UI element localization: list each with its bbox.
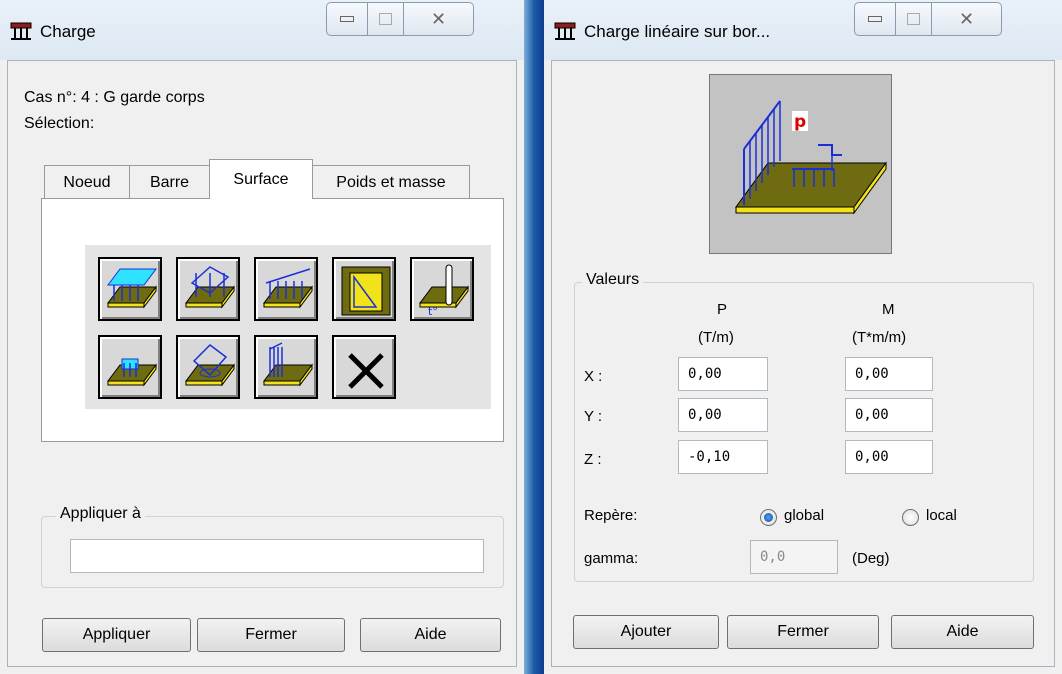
x-m-input[interactable]: 0,00: [845, 357, 933, 391]
point-load-on-contour-icon: [185, 344, 235, 387]
selection-label: Sélection:: [24, 115, 95, 132]
load-preview-image: p: [709, 74, 892, 254]
add-button[interactable]: Ajouter: [573, 615, 719, 649]
tab-barre[interactable]: Barre: [129, 165, 210, 199]
apply-button[interactable]: Appliquer: [42, 618, 191, 652]
hydrostatic-pressure-icon: [341, 266, 391, 316]
z-p-input[interactable]: -0,10: [678, 440, 768, 474]
repere-label: Repère:: [584, 507, 638, 524]
apply-to-label: Appliquer à: [56, 505, 145, 523]
hydrostatic-pressure-button[interactable]: [332, 257, 396, 321]
column-p-name: P: [717, 301, 728, 318]
window-title: Charge: [40, 22, 96, 41]
values-group: [574, 282, 1034, 582]
linear-load-on-edge-button[interactable]: [254, 335, 318, 399]
close-button[interactable]: ✕: [932, 2, 1002, 36]
point-load-on-contour-button[interactable]: [176, 335, 240, 399]
apply-to-input[interactable]: [70, 539, 484, 573]
delete-load-button[interactable]: [332, 335, 396, 399]
column-m-unit: (T*m/m): [852, 329, 907, 346]
radio-local[interactable]: [902, 509, 919, 526]
linear-load-on-surface-icon: [263, 268, 313, 309]
gamma-unit: (Deg): [852, 550, 890, 567]
gamma-input[interactable]: 0,0: [750, 540, 838, 574]
title-bar[interactable]: Charge ✕: [0, 0, 524, 60]
row-z-label: Z :: [584, 451, 602, 468]
maximize-icon: [907, 13, 920, 25]
help-button[interactable]: Aide: [891, 615, 1034, 649]
close-dialog-button[interactable]: Fermer: [727, 615, 879, 649]
y-p-input[interactable]: 0,00: [678, 398, 768, 432]
thermal-load-icon: t°: [419, 264, 469, 318]
linear-load-window: Charge linéaire sur bor... ✕ p Valeurs P…: [544, 0, 1062, 674]
uniform-surface-load-button[interactable]: [98, 257, 162, 321]
local-surface-load-icon: [107, 358, 157, 387]
linear-load-on-edge-icon: [263, 342, 313, 387]
point-load-on-surface-button[interactable]: [176, 257, 240, 321]
thermal-load-button[interactable]: t°: [410, 257, 474, 321]
dialog-body: Cas n°: 4 : G garde corps Sélection: Noe…: [7, 60, 517, 667]
radio-local-label[interactable]: local: [926, 507, 957, 524]
linear-load-on-surface-button[interactable]: [254, 257, 318, 321]
tab-noeud[interactable]: Noeud: [44, 165, 130, 199]
radio-global[interactable]: [760, 509, 777, 526]
charge-window: Charge ✕ Cas n°: 4 : G garde corps Sélec…: [0, 0, 524, 674]
maximize-button[interactable]: [368, 2, 404, 36]
z-m-input[interactable]: 0,00: [845, 440, 933, 474]
minimize-icon: [340, 16, 354, 22]
dialog-body: p Valeurs P (T/m) M (T*m/m) X : 0,00 0,0…: [551, 60, 1055, 667]
tab-poids-et-masse[interactable]: Poids et masse: [312, 165, 470, 199]
p-label: p: [794, 112, 806, 132]
help-button[interactable]: Aide: [360, 618, 501, 652]
y-m-input[interactable]: 0,00: [845, 398, 933, 432]
linear-edge-load-diagram: p: [735, 100, 887, 215]
close-icon: ✕: [958, 8, 975, 29]
svg-text:t°: t°: [428, 305, 438, 318]
x-p-input[interactable]: 0,00: [678, 357, 768, 391]
title-bar[interactable]: Charge linéaire sur bor... ✕: [544, 0, 1062, 60]
case-label: Cas n°: 4 : G garde corps: [24, 89, 205, 106]
point-load-on-surface-icon: [185, 266, 235, 309]
gamma-label: gamma:: [584, 550, 639, 567]
delete-load-icon: [348, 353, 384, 389]
surface-tab-panel: t°: [41, 198, 504, 442]
maximize-button[interactable]: [896, 2, 932, 36]
row-y-label: Y :: [584, 408, 603, 425]
app-icon: [10, 22, 32, 40]
local-surface-load-button[interactable]: [98, 335, 162, 399]
radio-global-label[interactable]: global: [784, 507, 824, 524]
close-button[interactable]: ✕: [404, 2, 474, 36]
tab-surface[interactable]: Surface: [209, 159, 313, 199]
uniform-surface-load-icon: [107, 268, 157, 309]
column-p-unit: (T/m): [698, 329, 734, 346]
close-dialog-button[interactable]: Fermer: [197, 618, 345, 652]
close-icon: ✕: [430, 8, 447, 29]
app-icon: [554, 22, 576, 40]
column-m-name: M: [882, 301, 895, 318]
maximize-icon: [379, 13, 392, 25]
minimize-icon: [868, 16, 882, 22]
row-x-label: X :: [584, 368, 603, 385]
window-title: Charge linéaire sur bor...: [584, 22, 771, 41]
minimize-button[interactable]: [854, 2, 896, 36]
minimize-button[interactable]: [326, 2, 368, 36]
desktop-background: [524, 0, 544, 674]
values-group-label: Valeurs: [582, 271, 644, 289]
